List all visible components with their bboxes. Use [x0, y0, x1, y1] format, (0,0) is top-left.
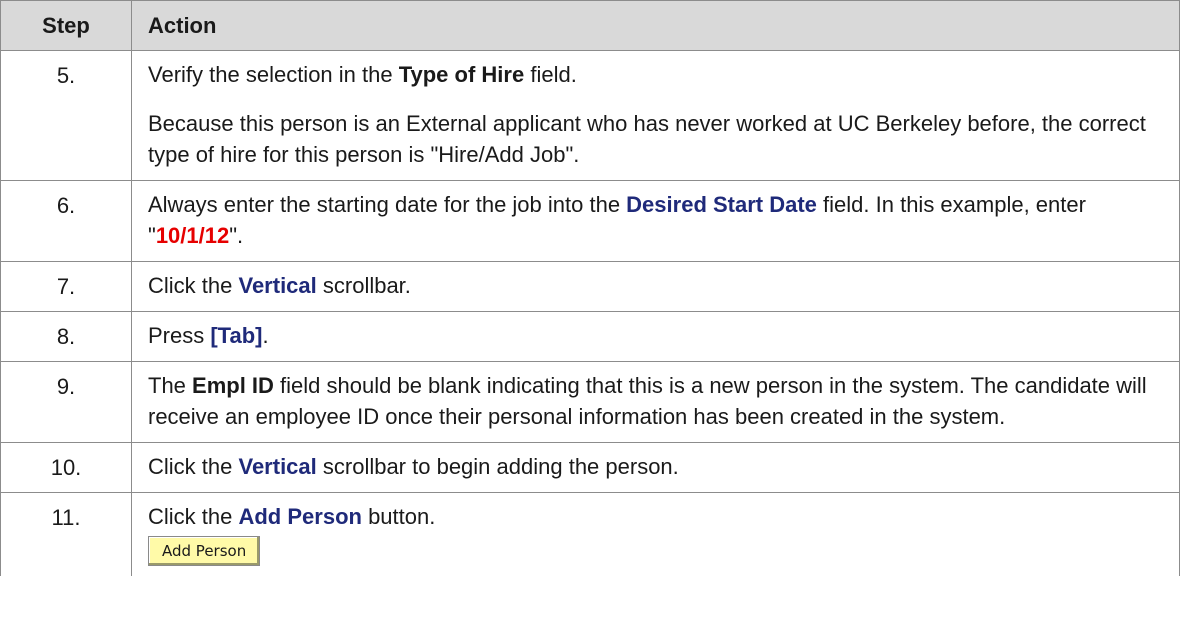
table-row: 9. The Empl ID field should be blank ind… — [0, 361, 1180, 443]
action-text: The — [148, 373, 193, 398]
action-text: button. — [361, 504, 436, 529]
action-text: Press — [148, 323, 211, 348]
action-text: scrollbar. — [316, 273, 411, 298]
action-text: field. — [524, 62, 577, 87]
step-column-header: Step — [0, 0, 132, 51]
action-text: ". — [229, 223, 244, 248]
action-text: Click the — [148, 273, 239, 298]
action-text: Click the — [148, 454, 239, 479]
entry-value: 10/1/12 — [155, 223, 230, 248]
action-cell: Click the Vertical scrollbar. — [131, 261, 1180, 312]
action-text: Verify the selection in the — [148, 62, 399, 87]
step-number: 7. — [0, 261, 132, 312]
action-cell: Always enter the starting date for the j… — [131, 180, 1180, 262]
step-number: 11. — [0, 492, 132, 576]
action-text: scrollbar to begin adding the person. — [316, 454, 679, 479]
table-header-row: Step Action — [0, 0, 1180, 51]
step-number: 10. — [0, 442, 132, 493]
table-row: 8. Press [Tab]. — [0, 311, 1180, 362]
steps-table: Step Action 5. Verify the selection in t… — [0, 0, 1180, 576]
table-row: 6. Always enter the starting date for th… — [0, 180, 1180, 262]
action-text: Always enter the starting date for the j… — [148, 192, 627, 217]
action-cell: Click the Add Person button. Add Person — [131, 492, 1180, 576]
step-number: 6. — [0, 180, 132, 262]
field-name-desired-start-date: Desired Start Date — [626, 192, 817, 217]
action-cell: The Empl ID field should be blank indica… — [131, 361, 1180, 443]
control-name-add-person: Add Person — [238, 504, 362, 529]
add-person-button[interactable]: Add Person — [148, 536, 261, 566]
action-cell: Verify the selection in the Type of Hire… — [131, 50, 1180, 181]
step-number: 5. — [0, 50, 132, 181]
table-row: 5. Verify the selection in the Type of H… — [0, 50, 1180, 181]
action-cell: Press [Tab]. — [131, 311, 1180, 362]
field-name-type-of-hire: Type of Hire — [398, 62, 525, 87]
control-name-vertical: Vertical — [238, 454, 317, 479]
action-cell: Click the Vertical scrollbar to begin ad… — [131, 442, 1180, 493]
action-note: Because this person is an External appli… — [148, 111, 1146, 167]
step-number: 9. — [0, 361, 132, 443]
table-row: 7. Click the Vertical scrollbar. — [0, 261, 1180, 312]
table-row: 11. Click the Add Person button. Add Per… — [0, 492, 1180, 576]
action-text: Click the — [148, 504, 239, 529]
step-number: 8. — [0, 311, 132, 362]
table-row: 10. Click the Vertical scrollbar to begi… — [0, 442, 1180, 493]
action-text: . — [262, 323, 269, 348]
field-name-empl-id: Empl ID — [192, 373, 274, 398]
key-name-tab: [Tab] — [210, 323, 263, 348]
control-name-vertical: Vertical — [238, 273, 317, 298]
action-column-header: Action — [131, 0, 1180, 51]
action-text: field should be blank indicating that th… — [148, 373, 1147, 429]
